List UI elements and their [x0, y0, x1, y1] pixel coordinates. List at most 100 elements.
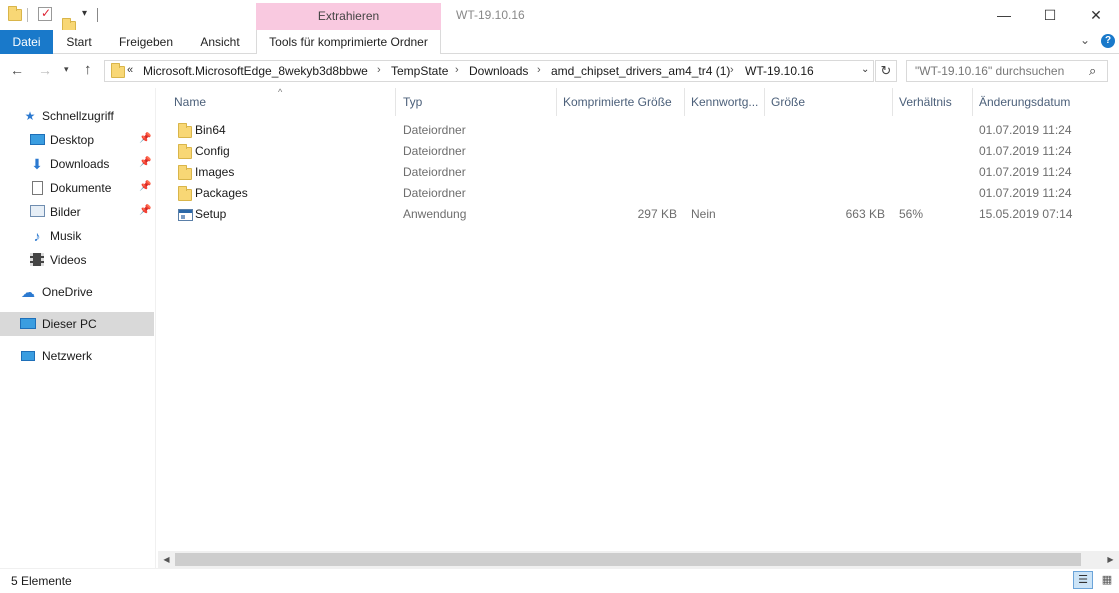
- scroll-right-icon[interactable]: ▶: [1102, 551, 1119, 568]
- sort-ascending-icon: ^: [278, 87, 283, 97]
- breadcrumb-separator[interactable]: ›: [377, 64, 381, 76]
- sidebar-item-videos[interactable]: Videos: [0, 248, 154, 272]
- sidebar-item-label: Videos: [50, 253, 87, 267]
- sidebar-item-downloads[interactable]: ⬇ Downloads 📌: [0, 152, 154, 176]
- sidebar-item-netzwerk[interactable]: Netzwerk: [0, 344, 154, 368]
- picture-icon: [29, 205, 45, 219]
- tab-start[interactable]: Start: [54, 30, 104, 54]
- help-icon[interactable]: ?: [1101, 34, 1115, 48]
- folder-icon: [178, 144, 192, 159]
- contextual-tab-group: Extrahieren: [256, 3, 441, 30]
- folder-icon: [178, 123, 192, 138]
- file-name: Packages: [195, 186, 248, 200]
- column-header-date[interactable]: Änderungsdatum: [973, 88, 1119, 116]
- breadcrumb-item[interactable]: WT-19.10.16: [745, 64, 814, 78]
- column-header-password[interactable]: Kennwortg...: [685, 88, 765, 116]
- breadcrumb-separator[interactable]: ›: [537, 64, 541, 76]
- customize-quick-access-icon[interactable]: ▾: [82, 8, 87, 19]
- sidebar-item-onedrive[interactable]: ☁ OneDrive: [0, 280, 154, 304]
- pin-icon[interactable]: 📌: [139, 133, 151, 144]
- chevron-down-icon[interactable]: ⌄: [1080, 33, 1090, 47]
- refresh-icon[interactable]: ↻: [875, 60, 897, 82]
- window-title: WT-19.10.16: [456, 8, 525, 22]
- sidebar-item-schnellzugriff[interactable]: ★ Schnellzugriff: [0, 104, 154, 128]
- close-button[interactable]: ✕: [1073, 0, 1119, 30]
- back-arrow-icon[interactable]: ←: [10, 62, 24, 78]
- download-icon: ⬇: [31, 156, 43, 172]
- table-row[interactable]: Setup Anwendung 297 KB Nein 663 KB 56% 1…: [158, 204, 1119, 225]
- sidebar-item-desktop[interactable]: Desktop 📌: [0, 128, 154, 152]
- file-name: Config: [195, 144, 230, 158]
- properties-icon[interactable]: [38, 6, 52, 21]
- sidebar-item-label: Downloads: [50, 157, 110, 171]
- sidebar-item-dieser-pc[interactable]: Dieser PC: [0, 312, 154, 336]
- sidebar-item-label: Musik: [50, 229, 82, 243]
- table-row[interactable]: Packages Dateiordner 01.07.2019 11:24: [158, 183, 1119, 204]
- sidebar-item-label: Dokumente: [50, 181, 112, 195]
- large-icons-view-icon[interactable]: ▦: [1097, 571, 1117, 589]
- table-row[interactable]: Config Dateiordner 01.07.2019 11:24: [158, 141, 1119, 162]
- navigation-bar: ← → ▾ ↑ « Microsoft.MicrosoftEdge_8wekyb…: [0, 54, 1119, 88]
- scroll-left-icon[interactable]: ◀: [158, 551, 175, 568]
- tab-compressed-folder-tools[interactable]: Tools für komprimierte Ordner: [256, 30, 441, 54]
- scrollbar-thumb[interactable]: [175, 553, 1081, 566]
- file-type: Anwendung: [403, 207, 467, 221]
- chevron-down-icon[interactable]: ⌄: [861, 64, 869, 75]
- star-icon: ★: [24, 109, 36, 123]
- computer-icon: [20, 317, 36, 331]
- table-row[interactable]: Bin64 Dateiordner 01.07.2019 11:24: [158, 120, 1119, 141]
- search-input[interactable]: [907, 61, 1087, 81]
- horizontal-scrollbar[interactable]: ◀ ▶: [158, 551, 1119, 568]
- sidebar-item-label: Desktop: [50, 133, 95, 147]
- search-box[interactable]: ⌕: [906, 60, 1108, 82]
- status-bar: 5 Elemente ☰ ▦: [0, 568, 1119, 593]
- file-password-protected: Nein: [691, 207, 716, 221]
- sidebar-item-dokumente[interactable]: Dokumente 📌: [0, 176, 154, 200]
- up-arrow-icon[interactable]: ↑: [84, 61, 92, 78]
- pin-icon[interactable]: 📌: [139, 205, 151, 216]
- breadcrumb-item[interactable]: Downloads: [469, 64, 528, 78]
- file-name: Bin64: [195, 123, 226, 137]
- cloud-icon: ☁: [21, 284, 35, 300]
- minimize-button[interactable]: —: [981, 0, 1027, 30]
- ribbon-tabs: Datei Start Freigeben Ansicht Tools für …: [0, 30, 1119, 54]
- recent-locations-icon[interactable]: ▾: [64, 64, 69, 75]
- column-header-compressed-size[interactable]: Komprimierte Größe: [557, 88, 685, 116]
- sidebar-item-label: Schnellzugriff: [42, 109, 114, 123]
- column-headers: Name ^ Typ Komprimierte Größe Kennwortg.…: [158, 87, 1119, 116]
- tab-datei[interactable]: Datei: [0, 30, 53, 54]
- breadcrumb-separator[interactable]: ›: [455, 64, 459, 76]
- maximize-button[interactable]: ☐: [1027, 0, 1073, 30]
- file-type: Dateiordner: [403, 165, 466, 179]
- desktop-icon: [29, 133, 45, 147]
- column-header-type[interactable]: Typ: [397, 88, 557, 116]
- tab-freigeben[interactable]: Freigeben: [106, 30, 186, 54]
- pin-icon[interactable]: 📌: [139, 181, 151, 192]
- column-header-label: Verhältnis: [899, 95, 952, 109]
- address-bar[interactable]: « Microsoft.MicrosoftEdge_8wekyb3d8bbwe …: [104, 60, 874, 82]
- table-row[interactable]: Images Dateiordner 01.07.2019 11:24: [158, 162, 1119, 183]
- breadcrumb-item[interactable]: Microsoft.MicrosoftEdge_8wekyb3d8bbwe: [143, 64, 368, 78]
- breadcrumb-item[interactable]: amd_chipset_drivers_am4_tr4 (1): [551, 64, 730, 78]
- file-date: 01.07.2019 11:24: [979, 186, 1072, 200]
- pin-icon[interactable]: 📌: [139, 157, 151, 168]
- overflow-chevron[interactable]: «: [127, 64, 133, 76]
- tab-ansicht[interactable]: Ansicht: [188, 30, 252, 54]
- toolbar-separator: [27, 8, 28, 22]
- column-header-ratio[interactable]: Verhältnis: [893, 88, 973, 116]
- file-list: Name ^ Typ Komprimierte Größe Kennwortg.…: [158, 87, 1119, 548]
- sidebar-item-label: OneDrive: [42, 285, 93, 299]
- details-view-icon[interactable]: ☰: [1073, 571, 1093, 589]
- search-icon[interactable]: ⌕: [1089, 63, 1096, 79]
- sidebar-item-musik[interactable]: ♪ Musik: [0, 224, 154, 248]
- forward-arrow-icon[interactable]: →: [38, 62, 52, 78]
- breadcrumb-item[interactable]: TempState: [391, 64, 448, 78]
- file-type: Dateiordner: [403, 186, 466, 200]
- column-header-size[interactable]: Größe: [765, 88, 893, 116]
- breadcrumb-separator[interactable]: ›: [730, 64, 734, 76]
- file-date: 01.07.2019 11:24: [979, 123, 1072, 137]
- sidebar-item-bilder[interactable]: Bilder 📌: [0, 200, 154, 224]
- folder-icon: [178, 186, 192, 201]
- column-header-label: Name: [174, 95, 207, 109]
- title-bar: ▾ Extrahieren WT-19.10.16 — ☐ ✕: [0, 0, 1119, 33]
